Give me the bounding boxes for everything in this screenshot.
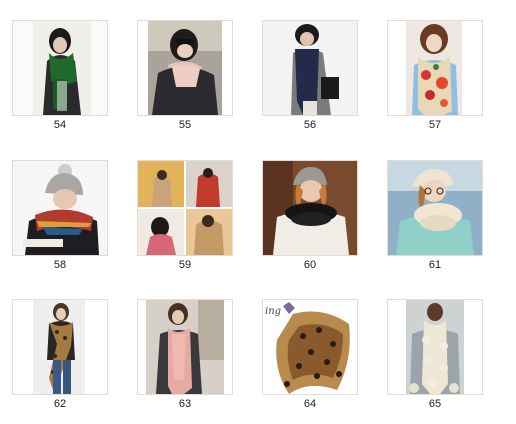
gallery-item[interactable]: 60 xyxy=(262,160,358,272)
gallery-item[interactable]: 62 xyxy=(12,299,108,411)
gallery-item[interactable]: 57 xyxy=(387,20,483,132)
thumbnail-gallery: 54 55 56 57 58 59 60 61 62 63 ing 64 65 xyxy=(0,0,516,424)
gallery-thumbnail[interactable] xyxy=(12,20,108,116)
gallery-item[interactable]: 55 xyxy=(137,20,233,132)
item-number: 65 xyxy=(428,398,442,410)
item-number: 61 xyxy=(428,259,442,271)
gallery-item[interactable]: 61 xyxy=(387,160,483,272)
gallery-item[interactable]: 58 xyxy=(12,160,108,272)
item-number: 58 xyxy=(53,259,67,271)
gallery-item[interactable]: 54 xyxy=(12,20,108,132)
gallery-item[interactable]: 59 xyxy=(137,160,233,272)
item-number: 54 xyxy=(53,119,67,131)
gallery-thumbnail[interactable] xyxy=(262,20,358,116)
gallery-item[interactable]: 65 xyxy=(387,299,483,411)
gallery-thumbnail[interactable] xyxy=(12,299,108,395)
gallery-thumbnail[interactable] xyxy=(387,299,483,395)
item-number: 59 xyxy=(178,259,192,271)
item-number: 56 xyxy=(303,119,317,131)
gallery-thumbnail[interactable] xyxy=(137,299,233,395)
gallery-item[interactable]: ing 64 xyxy=(262,299,358,411)
item-number: 55 xyxy=(178,119,192,131)
gallery-thumbnail[interactable] xyxy=(137,160,233,256)
svg-text:ing: ing xyxy=(265,306,281,317)
gallery-thumbnail[interactable]: ing xyxy=(262,299,358,395)
item-number: 62 xyxy=(53,398,67,410)
gallery-item[interactable]: 56 xyxy=(262,20,358,132)
item-number: 57 xyxy=(428,119,442,131)
item-number: 60 xyxy=(303,259,317,271)
gallery-thumbnail[interactable] xyxy=(137,20,233,116)
gallery-thumbnail[interactable] xyxy=(387,160,483,256)
gallery-thumbnail[interactable] xyxy=(262,160,358,256)
gallery-thumbnail[interactable] xyxy=(12,160,108,256)
gallery-thumbnail[interactable] xyxy=(387,20,483,116)
gallery-item[interactable]: 63 xyxy=(137,299,233,411)
item-number: 63 xyxy=(178,398,192,410)
item-number: 64 xyxy=(303,398,317,410)
